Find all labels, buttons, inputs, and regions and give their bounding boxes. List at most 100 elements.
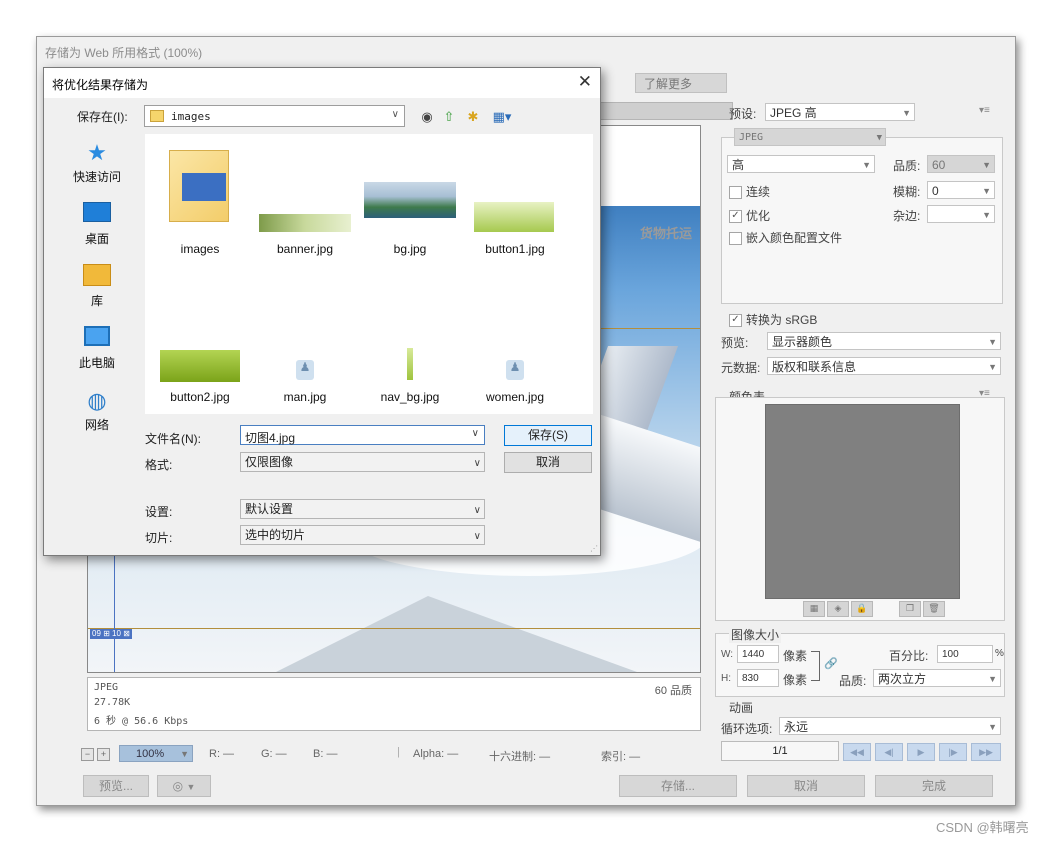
cargo-nav-text: 货物托运 [639, 226, 692, 241]
preview-in-browser-button[interactable]: 预览... [83, 775, 149, 797]
filename-label: 文件名(N): [145, 432, 201, 446]
blur-value: 0 [932, 184, 939, 198]
file-item-button2[interactable]: button2.jpg [148, 390, 252, 404]
map-to-transparent-icon[interactable]: ▦ [803, 601, 825, 617]
alpha-readout: Alpha: — [413, 748, 459, 760]
computer-icon [83, 326, 111, 352]
first-frame-icon[interactable]: ◀◀ [843, 743, 871, 761]
places-bar: ★ 快速访问 桌面 库 此电脑 ◍ 网络 [52, 134, 142, 494]
new-color-icon[interactable]: ❐ [899, 601, 921, 617]
slices-label: 切片: [145, 531, 173, 545]
height-label: H: [721, 673, 731, 684]
convert-srgb-checkbox[interactable]: ✓ 转换为 sRGB [729, 311, 817, 328]
zoom-out-button[interactable]: − [81, 748, 94, 761]
browser-select-button[interactable]: ◎ ▼ [157, 775, 211, 797]
width-unit: 像素 [783, 649, 808, 663]
file-list[interactable]: images banner.jpg bg.jpg button1.jpg but… [145, 134, 593, 414]
chevron-down-icon: ▼ [180, 749, 189, 759]
filename-input[interactable]: 切图4.jpg ∨ [240, 425, 485, 445]
prev-frame-icon[interactable]: ◀| [875, 743, 903, 761]
quality-level-select[interactable]: 高 ▼ [727, 155, 875, 173]
red-readout: R: — [209, 748, 235, 760]
preview-value: 显示器颜色 [772, 335, 833, 349]
optimized-checkbox[interactable]: ✓ 优化 [729, 207, 770, 224]
file-item-images[interactable]: images [148, 242, 252, 256]
place-libraries[interactable]: 库 [52, 264, 142, 309]
chevron-down-icon: ▼ [982, 186, 991, 196]
save-in-select[interactable]: images ∨ [144, 105, 405, 127]
frame-counter: 1/1 [721, 741, 839, 761]
save-button[interactable]: 存储... [619, 775, 737, 797]
view-menu-icon[interactable]: ▦▾ [488, 108, 516, 126]
matte-select[interactable]: ▼ [927, 205, 995, 223]
panel-menu-icon[interactable]: ▾≡ [979, 105, 990, 116]
zoom-in-button[interactable]: + [97, 748, 110, 761]
resample-select[interactable]: 两次立方 ▼ [873, 669, 1001, 687]
convert-srgb-label: 转换为 sRGB [746, 313, 818, 327]
learn-more-button[interactable]: 了解更多 [635, 73, 727, 93]
trash-icon[interactable]: 🗑 [923, 601, 945, 617]
last-frame-icon[interactable]: ▶▶ [971, 743, 1001, 761]
close-icon[interactable]: ✕ [578, 72, 592, 92]
preview-select[interactable]: 显示器颜色 ▼ [767, 332, 1001, 350]
file-item-man[interactable]: man.jpg [253, 390, 357, 404]
place-this-pc[interactable]: 此电脑 [52, 326, 142, 371]
slices-select[interactable]: 选中的切片 ∨ [240, 525, 485, 545]
zoom-value: 100% [136, 748, 165, 760]
file-item-banner[interactable]: banner.jpg [253, 242, 357, 256]
up-folder-icon[interactable]: ⇧ [440, 108, 458, 126]
chevron-down-icon: ▼ [902, 108, 911, 118]
browser-icon: ◎ [172, 779, 184, 793]
cancel-button[interactable]: 取消 [747, 775, 865, 797]
place-desktop[interactable]: 桌面 [52, 202, 142, 247]
settings-select[interactable]: 默认设置 ∨ [240, 499, 485, 519]
slice-number-tag[interactable]: 09 ⊞ 10 ⊠ [90, 629, 132, 639]
divider: | [397, 746, 400, 758]
zoom-select[interactable]: 100% ▼ [119, 745, 193, 762]
embed-profile-checkbox[interactable]: 嵌入颜色配置文件 [729, 229, 842, 246]
animation-label: 动画 [729, 701, 754, 715]
preset-value: JPEG 高 [770, 106, 817, 120]
web-shift-icon[interactable]: ◈ [827, 601, 849, 617]
file-item-button1[interactable]: button1.jpg [463, 242, 567, 256]
chevron-down-icon: ▼ [988, 362, 997, 372]
preset-select[interactable]: JPEG 高 ▼ [765, 103, 915, 121]
link-icon[interactable]: 🔗 [824, 657, 838, 670]
file-format-select[interactable]: JPEG ▼ [734, 128, 886, 146]
resize-grip-icon[interactable]: ⋰ [590, 544, 598, 553]
blur-input[interactable]: 0 ▼ [927, 181, 995, 199]
color-table-swatches[interactable] [765, 404, 960, 599]
dialog-save-button[interactable]: 保存(S) [504, 425, 592, 446]
back-icon[interactable]: ◉ [418, 108, 436, 126]
file-item-nav-bg[interactable]: nav_bg.jpg [358, 390, 462, 404]
optimized-label: 优化 [746, 209, 771, 223]
quality-input[interactable]: 60 ▼ [927, 155, 995, 173]
window-title: 存储为 Web 所用格式 (100%) [45, 46, 203, 60]
done-button[interactable]: 完成 [875, 775, 993, 797]
settings-label: 设置: [145, 505, 173, 519]
file-item-bg[interactable]: bg.jpg [358, 242, 462, 256]
height-input[interactable]: 830 [737, 669, 779, 687]
place-quick-access[interactable]: ★ 快速访问 [52, 140, 142, 185]
format-select[interactable]: 仅限图像 ∨ [240, 452, 485, 472]
watermark: CSDN @韩曙亮 [936, 820, 1029, 835]
file-item-women[interactable]: women.jpg [463, 390, 567, 404]
metadata-select[interactable]: 版权和联系信息 ▼ [767, 357, 1001, 375]
next-frame-icon[interactable]: |▶ [939, 743, 967, 761]
banner-thumbnail [259, 214, 351, 232]
play-icon[interactable]: ▶ [907, 743, 935, 761]
progressive-checkbox[interactable]: 连续 [729, 183, 770, 200]
loop-select[interactable]: 永远 ▼ [779, 717, 1001, 735]
dialog-cancel-button[interactable]: 取消 [504, 452, 592, 473]
format-label: 格式: [145, 458, 173, 472]
folder-icon [150, 110, 164, 122]
quality-value: 60 [932, 158, 946, 172]
new-folder-icon[interactable]: ✱ [464, 108, 482, 126]
percent-input[interactable]: 100 [937, 645, 993, 663]
place-network[interactable]: ◍ 网络 [52, 388, 142, 433]
blue-readout: B: — [313, 748, 338, 760]
man-thumbnail: ♟ [296, 360, 314, 380]
lock-icon[interactable]: 🔒 [851, 601, 873, 617]
width-input[interactable]: 1440 [737, 645, 779, 663]
percent-unit: % [995, 648, 1004, 659]
